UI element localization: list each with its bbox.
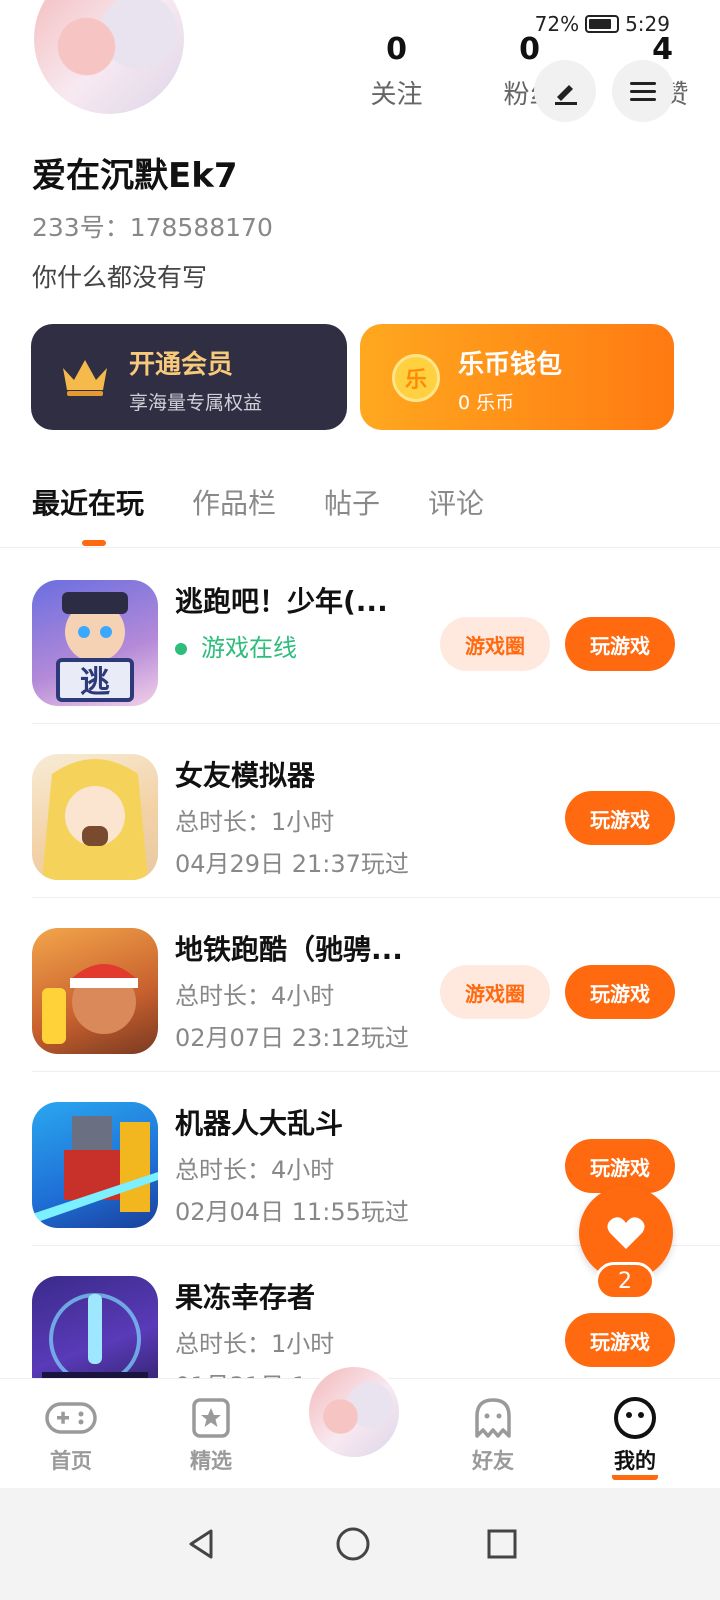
game-row[interactable]: 逃 逃跑吧！少年(... 游戏在线 游戏圈 玩游戏 — [0, 550, 720, 724]
home-icon[interactable] — [321, 1512, 385, 1576]
heart-icon — [607, 1217, 645, 1249]
stat-following[interactable]: 0 关注 — [330, 30, 463, 111]
stat-label: 关注 — [370, 80, 423, 110]
profile-tabs: 最近在玩 作品栏 帖子 评论 — [32, 482, 484, 546]
play-game-button[interactable]: 玩游戏 — [565, 791, 675, 845]
menu-icon — [630, 82, 656, 101]
game-duration: 总时长：4小时 — [175, 982, 335, 1010]
game-duration: 总时长：1小时 — [175, 808, 335, 836]
smile-face-icon — [580, 1395, 690, 1441]
game-title: 逃跑吧！少年(... — [175, 585, 388, 618]
wallet-card[interactable]: 乐 乐币钱包 0 乐币 — [360, 324, 674, 430]
back-icon[interactable] — [170, 1512, 234, 1576]
profile-uid: 233号：178588170 — [32, 213, 273, 242]
game-icon[interactable]: 逃 — [32, 580, 158, 706]
game-last-played: 02月04日 11:55玩过 — [175, 1198, 409, 1226]
online-text: 游戏在线 — [201, 634, 297, 662]
game-icon[interactable] — [32, 754, 158, 880]
nav-home[interactable]: 首页 — [16, 1395, 126, 1475]
girlfriend-game-art — [42, 759, 148, 880]
nav-featured[interactable]: 精选 — [156, 1395, 266, 1475]
system-navigation-bar — [0, 1488, 720, 1600]
play-game-button[interactable]: 玩游戏 — [565, 1139, 675, 1193]
escape-game-art: 逃 — [56, 592, 134, 702]
star-card-icon — [156, 1395, 266, 1441]
wallet-title: 乐币钱包 — [458, 350, 563, 380]
vip-card[interactable]: 开通会员 享海量专属权益 — [31, 324, 347, 430]
tab-recent[interactable]: 最近在玩 — [32, 482, 144, 522]
ghost-icon — [438, 1395, 548, 1441]
game-duration: 总时长：4小时 — [175, 1156, 335, 1184]
profile-avatar[interactable] — [34, 0, 184, 114]
play-game-button[interactable]: 玩游戏 — [565, 965, 675, 1019]
game-row[interactable]: 地铁跑酷（驰骋... 总时长：4小时 02月07日 23:12玩过 游戏圈 玩游… — [0, 898, 720, 1072]
nav-label: 精选 — [190, 1449, 232, 1473]
recents-icon[interactable] — [470, 1512, 534, 1576]
game-row[interactable]: 女友模拟器 总时长：1小时 04月29日 21:37玩过 玩游戏 — [0, 724, 720, 898]
game-title: 果冻幸存者 — [175, 1281, 316, 1314]
nav-label: 首页 — [50, 1449, 92, 1473]
game-last-played: 04月29日 21:37玩过 — [175, 850, 409, 878]
vip-subtitle: 享海量专属权益 — [129, 392, 263, 414]
nav-mine[interactable]: 我的 — [580, 1395, 690, 1480]
coin-icon: 乐 — [392, 354, 440, 402]
center-avatar-button[interactable] — [306, 1364, 402, 1460]
play-game-button[interactable]: 玩游戏 — [565, 1313, 675, 1367]
profile-bio[interactable]: 你什么都没有写 — [32, 258, 207, 294]
game-title: 地铁跑酷（驰骋... — [175, 933, 403, 966]
nav-label: 好友 — [472, 1449, 514, 1473]
game-icon[interactable] — [32, 928, 158, 1054]
edit-profile-button[interactable] — [534, 60, 596, 122]
menu-button[interactable] — [612, 60, 674, 122]
play-game-button[interactable]: 玩游戏 — [565, 617, 675, 671]
nav-label: 我的 — [612, 1445, 658, 1480]
crown-icon — [63, 360, 107, 396]
vip-title: 开通会员 — [129, 350, 234, 380]
online-dot — [175, 643, 187, 655]
game-circle-button[interactable]: 游戏圈 — [440, 965, 550, 1019]
like-count-badge: 2 — [595, 1262, 655, 1300]
tab-works[interactable]: 作品栏 — [192, 482, 276, 522]
pen-icon — [555, 85, 577, 105]
active-tab-indicator — [82, 540, 106, 546]
tab-comments[interactable]: 评论 — [428, 482, 484, 522]
game-status: 游戏在线 — [175, 628, 297, 663]
svg-text:逃: 逃 — [80, 665, 110, 700]
wallet-balance: 0 乐币 — [458, 392, 515, 414]
nav-friends[interactable]: 好友 — [438, 1395, 548, 1475]
gamepad-icon — [16, 1395, 126, 1441]
tab-posts[interactable]: 帖子 — [324, 482, 380, 522]
subway-game-art — [42, 964, 138, 1044]
stat-number: 0 — [386, 32, 407, 67]
game-duration: 总时长：1小时 — [175, 1330, 335, 1358]
game-last-played: 02月07日 23:12玩过 — [175, 1024, 409, 1052]
game-title: 女友模拟器 — [175, 759, 316, 792]
divider — [0, 547, 720, 548]
game-title: 机器人大乱斗 — [175, 1107, 344, 1140]
profile-name: 爱在沉默Ek7 — [32, 156, 238, 196]
game-icon[interactable] — [32, 1102, 158, 1228]
game-circle-button[interactable]: 游戏圈 — [440, 617, 550, 671]
robot-game-art — [32, 1116, 158, 1224]
